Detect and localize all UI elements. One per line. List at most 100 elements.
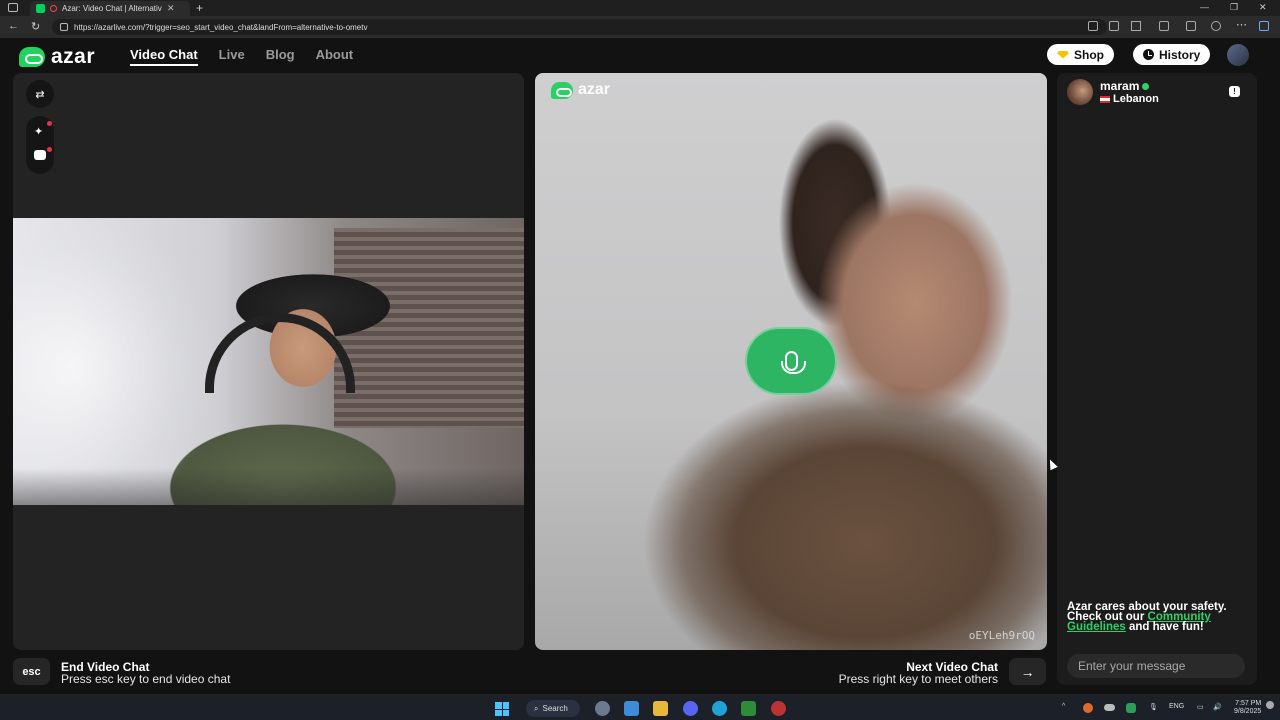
arrow-right-icon: → [1020, 663, 1035, 680]
shop-button[interactable]: Shop [1047, 44, 1114, 65]
azar-favicon-icon [36, 4, 45, 13]
search-icon: ⌕ [534, 703, 539, 713]
url-text: https://azarlive.com/?trigger=seo_start_… [74, 22, 368, 32]
report-alert-icon[interactable]: ! [1229, 86, 1240, 97]
windows-start-icon[interactable] [495, 702, 509, 716]
chat-panel: maram Lebanon ! Azar cares about your sa… [1057, 73, 1257, 685]
azar-logo-icon [19, 47, 45, 67]
site-header: azar Video Chat Live Blog About Shop His… [0, 38, 1280, 72]
shop-label: Shop [1074, 47, 1104, 62]
app-available-icon[interactable] [1109, 21, 1119, 31]
safety-text-2: and have fun! [1129, 621, 1204, 633]
copilot-icon[interactable] [1259, 21, 1269, 31]
settings-app-icon[interactable] [595, 701, 610, 716]
azar-app: azar Video Chat Live Blog About Shop His… [0, 38, 1280, 694]
nav-video-chat[interactable]: Video Chat [130, 47, 198, 66]
refresh-icon[interactable]: ↻ [31, 20, 40, 33]
security-tray-icon[interactable] [1126, 703, 1136, 713]
browser-tab[interactable]: Azar: Video Chat | Alternative ✕ [30, 1, 190, 16]
history-label: History [1159, 47, 1201, 62]
windows-taskbar: ⌕ Search ^ 🎙 ENG ▭ 🔊 7:57 PM 9/8/2025 [0, 697, 1280, 720]
more-options-icon[interactable]: ⋯ [1236, 18, 1247, 31]
end-chat-subtitle: Press esc key to end video chat [61, 672, 231, 686]
discord-app-icon[interactable] [683, 701, 698, 716]
url-field[interactable]: https://azarlive.com/?trigger=seo_start_… [52, 19, 1107, 35]
profile-icon[interactable] [1211, 21, 1221, 31]
next-chat-subtitle: Press right key to meet others [838, 672, 998, 686]
favorite-star-icon[interactable] [1131, 21, 1141, 31]
safety-notice: Azar cares about your safety. Check out … [1067, 601, 1242, 633]
logo-text: azar [51, 45, 96, 68]
file-explorer-icon[interactable] [653, 701, 668, 716]
sparkle-effects-icon[interactable]: ✦ [34, 125, 43, 138]
taskbar-search[interactable]: ⌕ Search [526, 700, 580, 717]
notifications-icon[interactable] [1266, 701, 1274, 709]
watermark-logo-icon [551, 81, 573, 99]
camera-permission-icon[interactable] [1088, 21, 1098, 31]
browser-tab-bar: Azar: Video Chat | Alternative ✕ + — ❐ ✕ [0, 0, 1280, 16]
media-player-icon[interactable] [741, 701, 756, 716]
tray-chevron-icon[interactable]: ^ [1062, 703, 1065, 710]
clock-time: 7:57 PM [1235, 700, 1262, 707]
nav-about[interactable]: About [316, 47, 354, 66]
remote-id-code: oEYLeh9rOQ [968, 629, 1035, 642]
favorites-icon[interactable] [1186, 21, 1196, 31]
tab-title: Azar: Video Chat | Alternative [62, 4, 162, 13]
message-input[interactable] [1067, 654, 1245, 678]
lebanon-flag-icon [1100, 95, 1110, 103]
onedrive-icon[interactable] [1104, 704, 1115, 711]
language-indicator[interactable]: ENG [1169, 703, 1184, 710]
nav-live[interactable]: Live [219, 47, 245, 66]
esc-key-button[interactable]: esc [13, 658, 50, 685]
microphone-icon [780, 351, 806, 374]
user-avatar[interactable] [1227, 44, 1249, 66]
mask-new-dot [47, 147, 52, 152]
effects-new-dot [47, 121, 52, 126]
volume-icon[interactable]: 🔊 [1213, 703, 1222, 711]
tab-actions-icon[interactable] [8, 3, 18, 12]
mic-tray-icon[interactable]: 🎙 [1149, 703, 1158, 711]
back-icon[interactable]: ← [8, 20, 19, 32]
site-info-icon[interactable] [60, 23, 68, 31]
recorder-app-icon[interactable] [771, 701, 786, 716]
photos-app-icon[interactable] [624, 701, 639, 716]
restore-icon[interactable]: ❐ [1230, 2, 1238, 13]
main-nav: Video Chat Live Blog About [130, 47, 353, 66]
clock-date: 9/8/2025 [1234, 708, 1262, 715]
history-button[interactable]: History [1133, 44, 1211, 65]
peer-name: maram [1100, 79, 1140, 93]
self-video-panel: ⇄ ✦ [13, 73, 524, 650]
history-clock-icon [1143, 49, 1154, 60]
voice-indicator-button[interactable] [745, 327, 837, 395]
peer-name-row: maram [1100, 79, 1159, 93]
network-icon[interactable]: ▭ [1197, 703, 1204, 711]
verified-icon [1142, 82, 1150, 90]
effects-group: ✦ [26, 116, 54, 174]
edge-browser-icon[interactable] [712, 701, 727, 716]
peer-country: Lebanon [1113, 93, 1159, 105]
watermark-text: azar [578, 81, 611, 98]
address-bar-row: ← ↻ https://azarlive.com/?trigger=seo_st… [0, 16, 1280, 38]
next-arrow-button[interactable]: → [1009, 658, 1046, 685]
close-tab-icon[interactable]: ✕ [167, 3, 175, 14]
peer-info: maram Lebanon [1067, 79, 1159, 105]
minimize-icon[interactable]: — [1200, 2, 1209, 12]
search-label: Search [542, 704, 568, 713]
recording-icon [50, 5, 57, 12]
new-tab-icon[interactable]: + [196, 1, 203, 15]
azar-watermark: azar [551, 81, 610, 99]
close-window-icon[interactable]: ✕ [1259, 2, 1267, 13]
extensions-icon[interactable] [1159, 21, 1169, 31]
taskbar-clock[interactable]: 7:57 PM 9/8/2025 [1234, 700, 1261, 716]
peer-avatar[interactable] [1067, 79, 1093, 105]
gem-icon [1057, 50, 1069, 59]
azar-logo[interactable]: azar [19, 45, 95, 69]
face-mask-icon[interactable] [34, 150, 46, 160]
peer-country-row: Lebanon [1100, 93, 1159, 105]
self-camera-feed [13, 218, 524, 505]
swap-icon: ⇄ [35, 88, 45, 101]
remote-video-panel: azar oEYLeh9rOQ [535, 73, 1047, 650]
nav-blog[interactable]: Blog [266, 47, 295, 66]
switch-camera-button[interactable]: ⇄ [26, 80, 54, 108]
tray-app-icon[interactable] [1083, 703, 1093, 713]
